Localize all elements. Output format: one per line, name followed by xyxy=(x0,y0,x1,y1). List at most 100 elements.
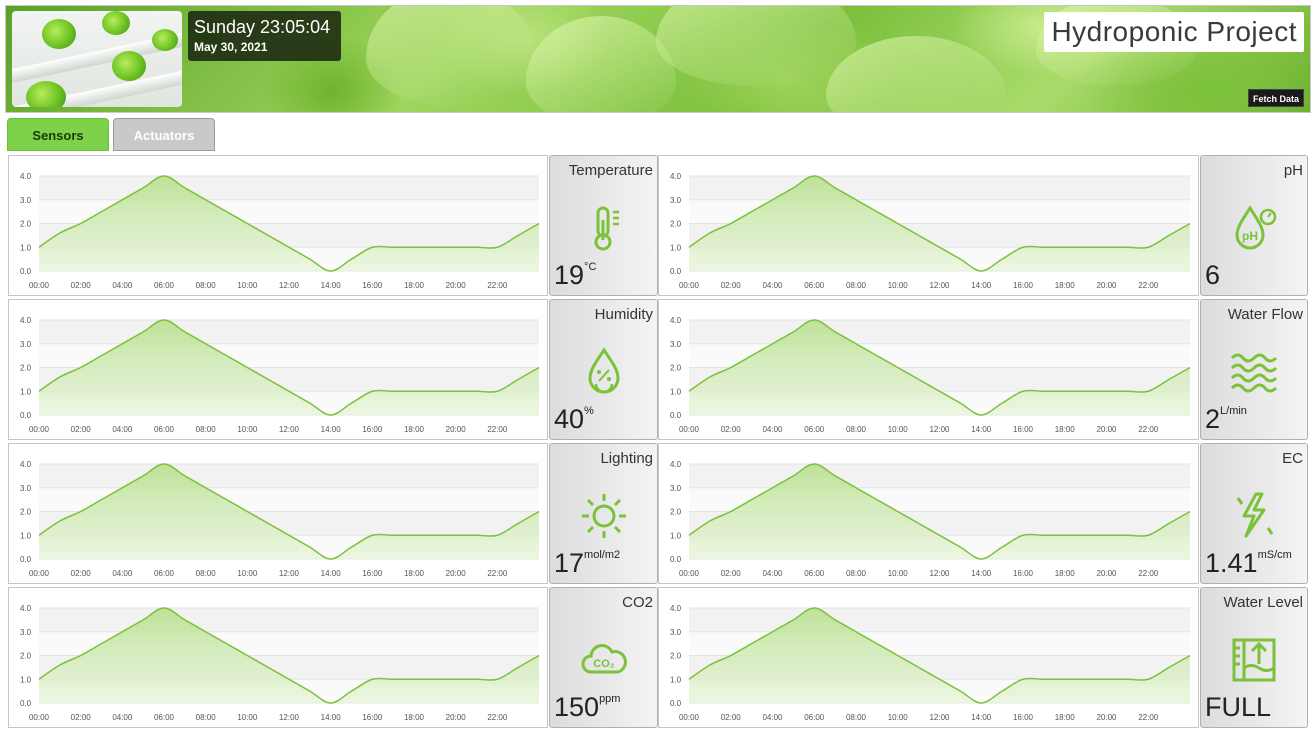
x-tick-label: 14:00 xyxy=(971,569,992,578)
x-tick-label: 20:00 xyxy=(1096,425,1117,434)
x-tick-label: 04:00 xyxy=(762,281,783,290)
sensor-chart-svg: 0.0 1.0 2.0 3.0 4.0 00:00 02:00 04:00 06:00 08:00… xyxy=(20,316,540,434)
x-tick-label: 16:00 xyxy=(362,281,383,290)
temperature-value: 19°C xyxy=(554,260,596,290)
x-tick-label: 06:00 xyxy=(154,425,175,434)
co2-unit: ppm xyxy=(599,693,621,705)
x-tick-label: 04:00 xyxy=(112,713,133,722)
x-tick-label: 14:00 xyxy=(321,425,342,434)
grid-band xyxy=(689,176,1190,200)
x-tick-label: 00:00 xyxy=(679,425,700,434)
x-tick-label: 04:00 xyxy=(762,569,783,578)
temperature-unit: °C xyxy=(584,261,597,273)
co2-reading: 150 xyxy=(554,692,600,722)
thermometer-icon xyxy=(594,206,619,251)
y-tick-label: 3.0 xyxy=(670,340,682,349)
x-tick-label: 06:00 xyxy=(154,281,175,290)
sensor-chart-svg: 0.0 1.0 2.0 3.0 4.0 00:00 02:00 04:00 06:00 08:00… xyxy=(670,604,1191,722)
y-tick-label: 4.0 xyxy=(20,172,32,181)
grid-band xyxy=(39,176,539,200)
x-tick-label: 00:00 xyxy=(679,281,700,290)
x-tick-label: 02:00 xyxy=(721,281,742,290)
x-tick-label: 00:00 xyxy=(29,425,50,434)
y-tick-label: 3.0 xyxy=(670,484,682,493)
tab-actuators[interactable]: Actuators xyxy=(113,118,215,151)
x-tick-label: 20:00 xyxy=(446,281,467,290)
y-tick-label: 1.0 xyxy=(20,387,32,396)
water-level-icon xyxy=(1232,638,1276,682)
x-tick-label: 12:00 xyxy=(929,569,950,578)
y-tick-label: 2.0 xyxy=(20,652,32,661)
x-tick-label: 20:00 xyxy=(446,713,467,722)
x-tick-label: 04:00 xyxy=(762,713,783,722)
x-tick-label: 08:00 xyxy=(196,281,217,290)
x-tick-label: 12:00 xyxy=(279,713,300,722)
water-flow-label: Water Flow xyxy=(1227,306,1303,323)
x-tick-label: 10:00 xyxy=(237,425,258,434)
y-tick-label: 0.0 xyxy=(670,699,682,708)
x-tick-label: 22:00 xyxy=(487,425,508,434)
humidity-card: Humidity 40% xyxy=(549,299,658,440)
sun-icon xyxy=(581,494,626,538)
x-tick-label: 18:00 xyxy=(404,281,425,290)
sensor-chart-svg: 0.0 1.0 2.0 3.0 4.0 00:00 02:00 04:00 06:00 08:00… xyxy=(670,316,1191,434)
co2-value: 150ppm xyxy=(554,692,620,722)
x-tick-label: 02:00 xyxy=(721,569,742,578)
temperature-label: Temperature xyxy=(568,162,653,179)
humidity-unit: % xyxy=(584,405,594,417)
y-tick-label: 0.0 xyxy=(20,267,32,276)
water-level-chart: 0.0 1.0 2.0 3.0 4.0 00:00 02:00 04:00 06:00 08:00… xyxy=(658,587,1199,728)
y-tick-label: 1.0 xyxy=(670,531,682,540)
x-tick-label: 08:00 xyxy=(196,425,217,434)
water-level-value: FULL xyxy=(1205,692,1271,722)
y-tick-label: 0.0 xyxy=(20,411,32,420)
svg-text:CO₂: CO₂ xyxy=(593,658,615,670)
clock-date: May 30, 2021 xyxy=(194,40,268,54)
x-tick-label: 16:00 xyxy=(362,569,383,578)
water-flow-reading: 2 xyxy=(1205,404,1221,434)
page-title: Hydroponic Project xyxy=(1044,12,1304,52)
x-tick-label: 22:00 xyxy=(487,569,508,578)
lighting-unit: mol/m2 xyxy=(584,549,621,561)
x-tick-label: 12:00 xyxy=(279,569,300,578)
y-tick-label: 1.0 xyxy=(670,387,682,396)
y-tick-label: 4.0 xyxy=(670,172,682,181)
x-tick-label: 16:00 xyxy=(362,425,383,434)
grid-band xyxy=(689,464,1190,488)
x-tick-label: 14:00 xyxy=(321,281,342,290)
x-tick-label: 10:00 xyxy=(888,713,909,722)
humidity-label: Humidity xyxy=(594,306,653,323)
y-tick-label: 2.0 xyxy=(20,364,32,373)
ec-label: EC xyxy=(1282,450,1303,467)
y-tick-label: 3.0 xyxy=(20,628,32,637)
svg-text:pH: pH xyxy=(1242,229,1258,243)
fetch-data-button[interactable]: Fetch Data xyxy=(1247,89,1304,107)
water-flow-unit: L/min xyxy=(1220,405,1247,417)
sensor-chart-svg: 0.0 1.0 2.0 3.0 4.0 00:00 02:00 04:00 06:00 08:00… xyxy=(20,460,540,578)
x-tick-label: 20:00 xyxy=(1096,281,1117,290)
x-tick-label: 20:00 xyxy=(446,425,467,434)
grid-band xyxy=(39,464,539,488)
x-tick-label: 16:00 xyxy=(1013,281,1034,290)
water-level-card: Water Level FULL xyxy=(1200,587,1308,728)
ec-value: 1.41mS/cm xyxy=(1205,548,1292,578)
x-tick-label: 06:00 xyxy=(804,569,825,578)
lighting-label: Lighting xyxy=(600,450,653,467)
x-tick-label: 08:00 xyxy=(196,569,217,578)
x-tick-label: 18:00 xyxy=(404,425,425,434)
x-tick-label: 22:00 xyxy=(487,713,508,722)
x-tick-label: 18:00 xyxy=(404,713,425,722)
y-tick-label: 2.0 xyxy=(20,220,32,229)
x-tick-label: 22:00 xyxy=(487,281,508,290)
x-tick-label: 16:00 xyxy=(1013,425,1034,434)
lightning-icon xyxy=(1236,492,1274,538)
y-tick-label: 0.0 xyxy=(20,699,32,708)
y-tick-label: 2.0 xyxy=(670,220,682,229)
tab-sensors[interactable]: Sensors xyxy=(7,118,109,151)
ec-card: EC 1.41mS/cm xyxy=(1200,443,1308,584)
grid-band xyxy=(689,320,1190,344)
water-level-reading: FULL xyxy=(1205,692,1272,722)
sensor-chart-svg: 0.0 1.0 2.0 3.0 4.0 00:00 02:00 04:00 06:00 08:00… xyxy=(20,172,540,290)
y-tick-label: 3.0 xyxy=(670,196,682,205)
temperature-reading: 19 xyxy=(554,260,585,290)
